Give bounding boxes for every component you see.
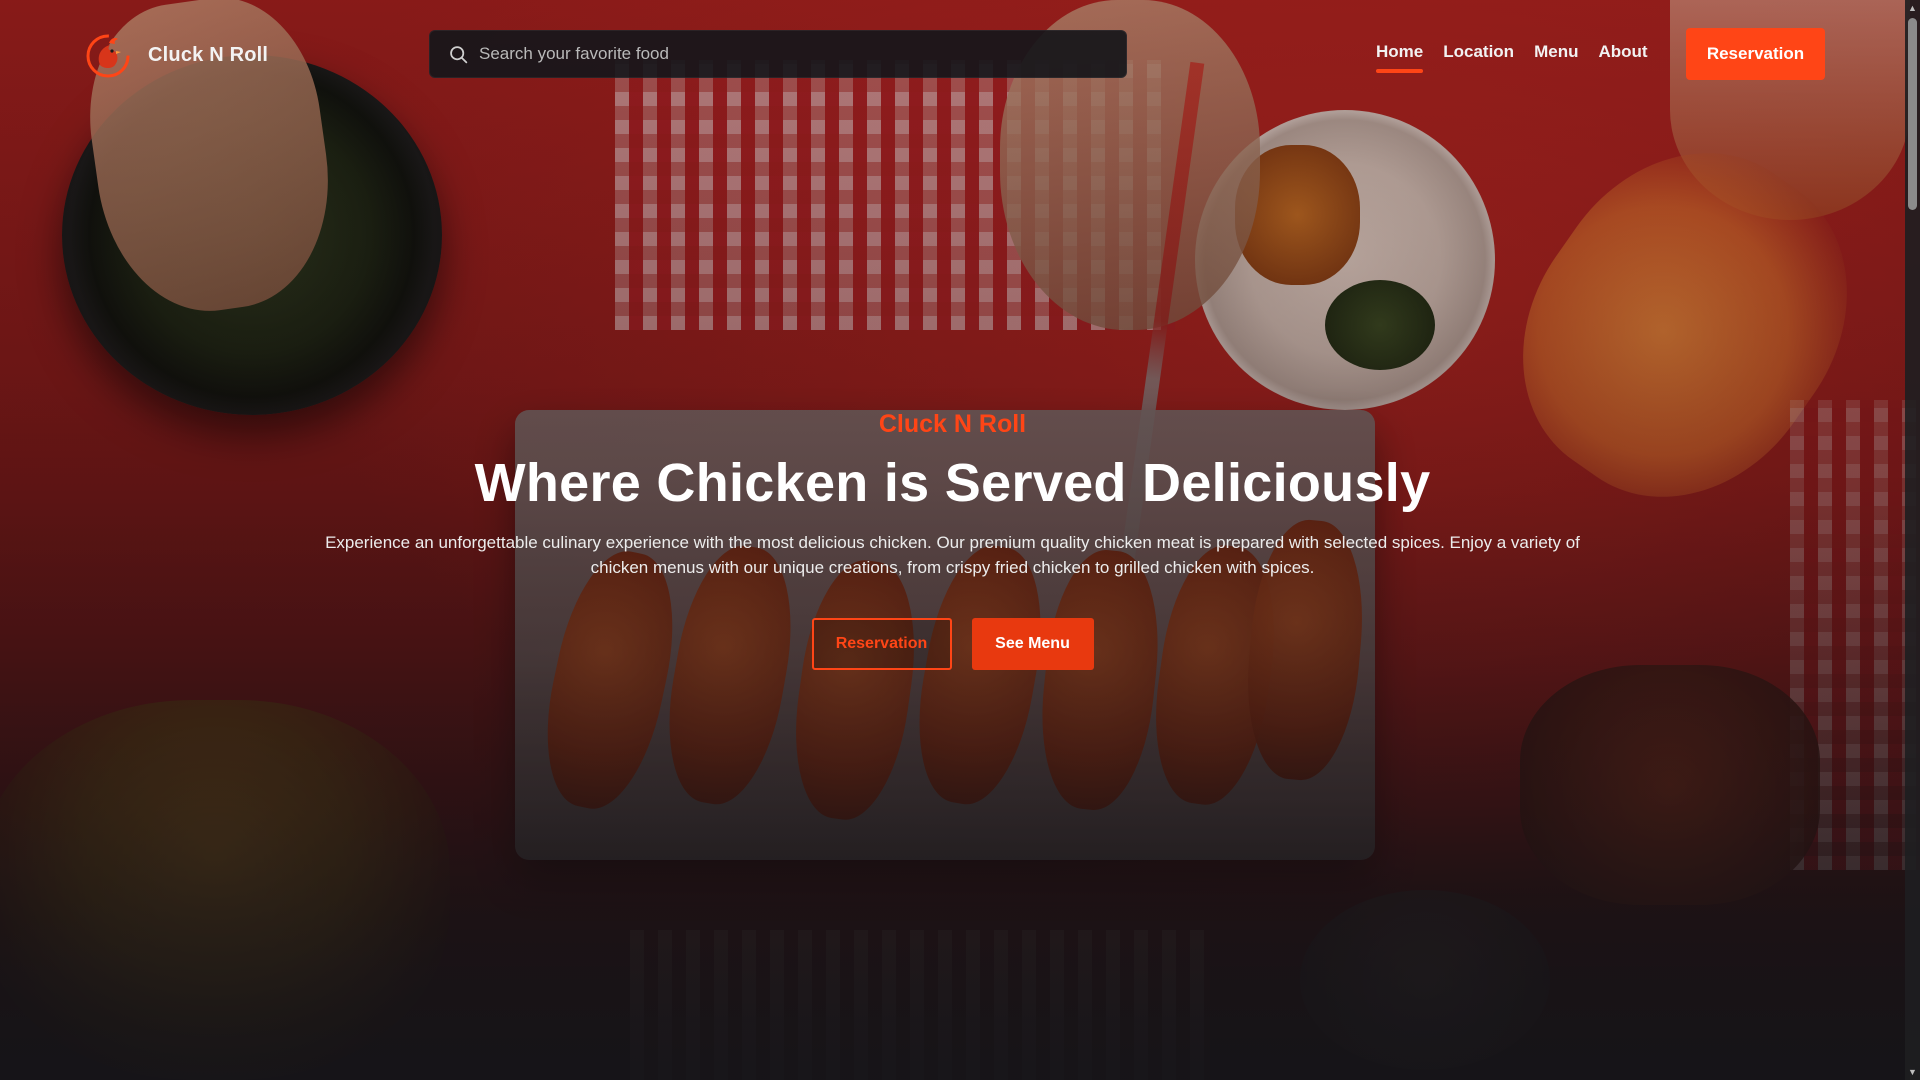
nav-link-menu[interactable]: Menu bbox=[1534, 42, 1578, 70]
hero-actions: Reservation See Menu bbox=[0, 618, 1905, 670]
main-nav: Home Location Menu About bbox=[1376, 42, 1648, 73]
nav-link-location[interactable]: Location bbox=[1443, 42, 1514, 70]
hero-description: Experience an unforgettable culinary exp… bbox=[325, 533, 1580, 577]
scrollbar-thumb[interactable] bbox=[1908, 18, 1917, 210]
nav-link-about[interactable]: About bbox=[1598, 42, 1647, 70]
search-icon bbox=[450, 45, 468, 63]
page: Cluck N Roll Home Location Menu About Re… bbox=[0, 0, 1920, 1080]
page-scrollbar[interactable]: ▲ ▼ bbox=[1905, 0, 1920, 1080]
nav-link-home[interactable]: Home bbox=[1376, 42, 1424, 73]
scroll-up-arrow-icon[interactable]: ▲ bbox=[1907, 1, 1918, 15]
see-menu-button[interactable]: See Menu bbox=[971, 618, 1094, 670]
navbar: Cluck N Roll Home Location Menu About Re… bbox=[0, 0, 1920, 106]
brand-home-link[interactable]: Cluck N Roll bbox=[82, 29, 268, 81]
scroll-down-arrow-icon[interactable]: ▼ bbox=[1907, 1065, 1918, 1079]
nav-reservation-button[interactable]: Reservation bbox=[1686, 28, 1825, 80]
hero-title: Where Chicken is Served Deliciously bbox=[474, 453, 1431, 513]
hero-reservation-button[interactable]: Reservation bbox=[811, 618, 952, 670]
hero-eyebrow: Cluck N Roll bbox=[878, 410, 1027, 438]
brand-name: Cluck N Roll bbox=[148, 43, 269, 66]
search-input[interactable] bbox=[479, 44, 1108, 64]
rooster-flame-logo-icon bbox=[86, 34, 130, 78]
search-bar[interactable] bbox=[429, 30, 1127, 78]
